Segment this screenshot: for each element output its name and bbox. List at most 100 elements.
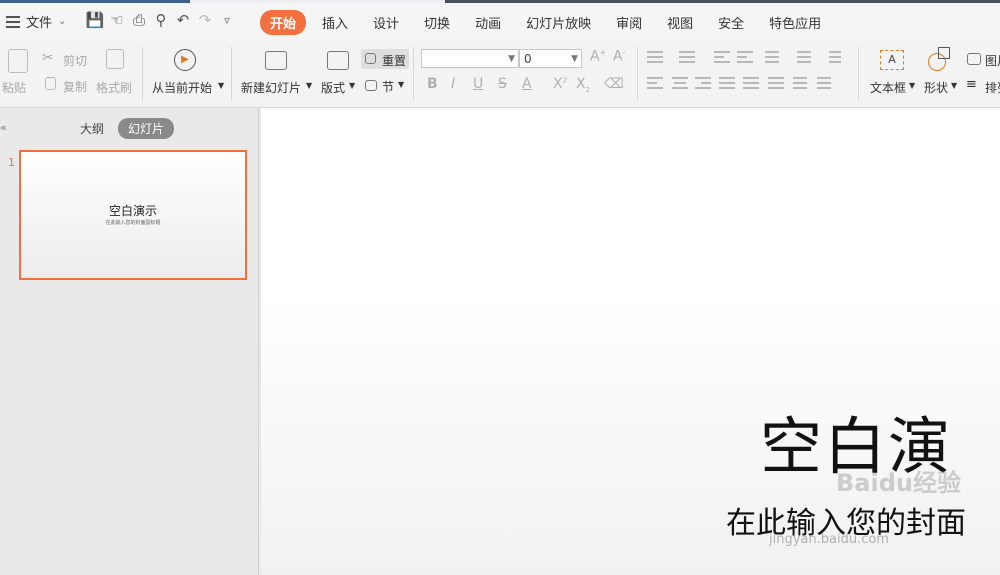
- divider: [231, 47, 232, 101]
- print-preview-icon[interactable]: ⚲: [150, 11, 172, 29]
- align-text-icon[interactable]: [797, 51, 813, 63]
- copy-icon: [45, 77, 56, 90]
- layout-button[interactable]: 版式: [321, 79, 345, 96]
- shape-icon-square: [938, 47, 950, 59]
- line-spacing-icon[interactable]: [829, 51, 845, 63]
- subscript-icon[interactable]: X2: [576, 76, 590, 94]
- format-painter-icon[interactable]: ☜: [106, 11, 128, 29]
- tab-slideshow[interactable]: 幻灯片放映: [517, 10, 600, 35]
- align-right-icon[interactable]: [695, 77, 711, 89]
- save-icon[interactable]: 💾: [84, 11, 106, 29]
- clear-format-icon[interactable]: ⌫: [604, 76, 624, 92]
- chevron-down-icon: ▼: [951, 81, 958, 90]
- align-left-icon[interactable]: [647, 77, 663, 89]
- reset-icon: [365, 53, 376, 64]
- watermark-url: jingyan.baidu.com: [769, 532, 889, 547]
- thumbnail-title: 空白演示: [108, 204, 157, 218]
- tab-animations[interactable]: 动画: [466, 10, 510, 35]
- slide-number: 1: [8, 156, 15, 169]
- quick-access-toolbar: 💾 ☜ ⎙ ⚲ ↶ ↷ ▿: [84, 11, 238, 29]
- new-slide-button[interactable]: 新建幻灯片: [241, 79, 301, 96]
- increase-indent-icon[interactable]: [737, 51, 753, 63]
- section-icon: [365, 80, 377, 91]
- tab-insert[interactable]: 插入: [313, 10, 357, 35]
- tab-security[interactable]: 安全: [709, 10, 753, 35]
- underline-icon[interactable]: U: [473, 76, 483, 92]
- play-icon: ▶: [174, 49, 196, 71]
- slide-panel: « 大纲 幻灯片 1 空白演示 在此输入您的封面副标题: [0, 108, 259, 575]
- section-button[interactable]: 节: [382, 78, 394, 95]
- chevron-down-icon: ▼: [508, 54, 515, 64]
- collapse-icon[interactable]: «: [0, 121, 7, 134]
- reset-label: 重置: [382, 54, 407, 68]
- tab-home[interactable]: 开始: [260, 10, 307, 35]
- format-painter-button[interactable]: 格式刷: [96, 79, 132, 96]
- customize-icon[interactable]: ▿: [216, 14, 238, 27]
- superscript-icon[interactable]: X2: [553, 76, 567, 92]
- bullets-icon[interactable]: [647, 51, 663, 63]
- menu-bar: 文件 ⌄ 💾 ☜ ⎙ ⚲ ↶ ↷ ▿ 开始 插入 设计 切换 动画 幻灯片放映 …: [0, 3, 1000, 41]
- divider: [413, 47, 414, 101]
- slide-editor: 空白演 Baidu经验 在此输入您的封面 jingyan.baidu.com: [259, 108, 1000, 575]
- tab-view[interactable]: 视图: [658, 10, 702, 35]
- vertical-align-icon[interactable]: [793, 77, 809, 89]
- chevron-down-icon: ▼: [306, 81, 313, 90]
- slide-canvas[interactable]: 空白演 Baidu经验 在此输入您的封面 jingyan.baidu.com: [261, 108, 1000, 575]
- tab-special[interactable]: 特色应用: [760, 10, 830, 35]
- justify-icon[interactable]: [719, 77, 735, 89]
- shape-button[interactable]: 形状: [924, 79, 948, 96]
- increase-font-icon[interactable]: A+: [590, 48, 606, 65]
- chevron-down-icon: ▼: [218, 81, 225, 90]
- picture-icon: [967, 53, 981, 65]
- paragraph-spacing-icon[interactable]: [817, 77, 833, 89]
- picture-button[interactable]: 图片: [985, 52, 1000, 69]
- font-color-icon[interactable]: A: [522, 76, 532, 92]
- distribute-icon[interactable]: [743, 77, 759, 89]
- undo-icon[interactable]: ↶: [172, 11, 194, 29]
- copy-button[interactable]: 复制: [63, 78, 87, 95]
- print-icon[interactable]: ⎙: [128, 11, 150, 29]
- tab-outline[interactable]: 大纲: [80, 120, 104, 137]
- watermark: Baidu经验: [836, 469, 961, 497]
- columns-icon[interactable]: [768, 77, 784, 89]
- new-slide-icon: [265, 51, 287, 70]
- font-size-select[interactable]: 0 ▼: [519, 49, 582, 68]
- redo-icon[interactable]: ↷: [194, 11, 216, 29]
- tab-review[interactable]: 审阅: [607, 10, 651, 35]
- align-center-icon[interactable]: [672, 77, 688, 89]
- tab-design[interactable]: 设计: [364, 10, 408, 35]
- font-size-value: 0: [524, 52, 532, 66]
- paste-button[interactable]: 粘贴: [2, 79, 26, 96]
- text-box-button[interactable]: 文本框: [870, 79, 906, 96]
- tab-transitions[interactable]: 切换: [415, 10, 459, 35]
- italic-icon[interactable]: I: [451, 76, 455, 92]
- thumbnail-subtitle: 在此输入您的封面副标题: [105, 220, 161, 226]
- text-direction-icon[interactable]: [765, 51, 781, 63]
- divider: [637, 47, 638, 101]
- divider: [142, 47, 143, 101]
- ribbon-tabs: 开始 插入 设计 切换 动画 幻灯片放映 审阅 视图 安全 特色应用: [260, 10, 837, 35]
- arrange-button[interactable]: 排列: [985, 79, 1000, 96]
- slide-thumbnail[interactable]: 空白演示 在此输入您的封面副标题: [19, 150, 247, 280]
- divider: [858, 47, 859, 101]
- ribbon: 粘贴 ✂ 剪切 复制 格式刷 ▶ 从当前开始 ▼ 新建幻灯片 ▼ 版式 ▼ 重置…: [0, 41, 1000, 108]
- tab-slides[interactable]: 幻灯片: [118, 118, 175, 139]
- bold-icon[interactable]: B: [427, 76, 438, 92]
- font-family-select[interactable]: ▼: [421, 49, 519, 68]
- decrease-font-icon[interactable]: A-: [613, 48, 625, 65]
- text-box-icon: A: [880, 50, 904, 70]
- brush-icon: [106, 49, 124, 69]
- file-menu[interactable]: 文件 ⌄: [6, 12, 66, 31]
- decrease-indent-icon[interactable]: [714, 51, 730, 63]
- numbering-icon[interactable]: [679, 51, 695, 63]
- scissors-icon: ✂: [42, 50, 54, 66]
- from-current-button[interactable]: 从当前开始: [152, 79, 212, 96]
- chevron-down-icon: ▼: [349, 81, 356, 90]
- reset-button[interactable]: 重置: [361, 49, 409, 69]
- chevron-down-icon: ⌄: [58, 16, 67, 27]
- strikethrough-icon[interactable]: S: [498, 76, 507, 92]
- chevron-down-icon: ▼: [571, 54, 578, 64]
- hamburger-icon: [6, 16, 20, 28]
- paste-icon[interactable]: [8, 49, 28, 73]
- cut-button[interactable]: 剪切: [63, 52, 87, 69]
